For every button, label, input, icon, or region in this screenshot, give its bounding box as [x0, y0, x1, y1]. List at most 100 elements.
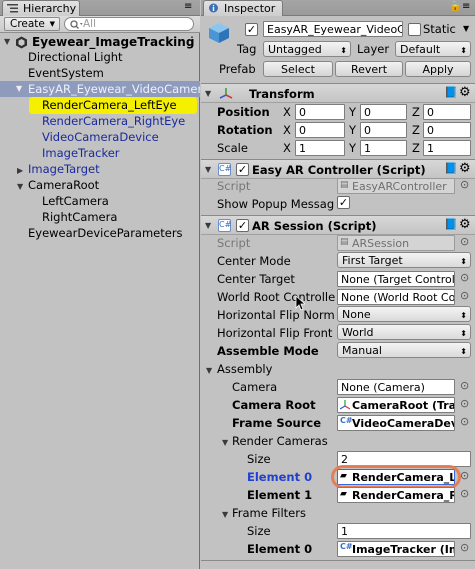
hflip-normal-label: Horizontal Flip Normal — [217, 308, 335, 322]
expand-arrow-icon[interactable]: ▼ — [205, 221, 211, 230]
transform-header[interactable]: ▼ Transform 📘 ⚙ — [201, 83, 475, 103]
position-z-field[interactable]: 0 — [423, 104, 471, 120]
expand-arrow-icon[interactable]: ▼ — [222, 438, 228, 447]
expand-arrow-icon[interactable]: ▼ — [205, 165, 211, 174]
rotation-x-field[interactable]: 0 — [295, 122, 345, 138]
object-picker-icon[interactable]: ⊙ — [460, 178, 469, 191]
hierarchy-item-selected[interactable]: ▼ EasyAR_Eyewear_VideoCameraDevice — [0, 81, 200, 97]
camera-root-field[interactable]: CameraRoot (Transform) — [337, 397, 455, 413]
position-y-field[interactable]: 0 — [360, 104, 407, 120]
dropdown-arrow-icon: ▼ — [49, 20, 55, 28]
info-icon — [209, 3, 218, 13]
z-label: Z — [412, 141, 420, 155]
help-book-icon[interactable]: 📘 — [444, 218, 458, 231]
hflip-front-dropdown[interactable]: World ⬍ — [337, 324, 471, 340]
hierarchy-item[interactable]: CameraRoot — [28, 178, 99, 192]
ff-size-field[interactable]: 1 — [337, 523, 471, 539]
lock-icon[interactable]: 🔒 — [449, 1, 461, 12]
tab-hierarchy-label: Hierarchy — [23, 2, 77, 15]
hierarchy-item[interactable]: EyewearDeviceParameters — [28, 226, 183, 240]
expand-arrow-icon[interactable]: ▼ — [222, 510, 228, 519]
rotation-y-field[interactable]: 0 — [360, 122, 407, 138]
show-popup-label: Show Popup Messag — [217, 197, 335, 211]
ff-element0-field[interactable]: C# ImageTracker (ImageTrackerFrameFilter… — [337, 541, 455, 557]
help-book-icon[interactable]: 📘 — [444, 86, 458, 99]
prefab-select-button[interactable]: Select — [263, 61, 333, 77]
scale-y-field[interactable]: 1 — [360, 140, 407, 156]
static-checkbox[interactable] — [408, 23, 421, 36]
hierarchy-item[interactable]: ImageTarget — [28, 162, 100, 176]
panel-menu-icon[interactable]: ≡ — [184, 1, 192, 12]
scene-row[interactable]: ▼ Eyewear_ImageTracking ⋮ — [0, 34, 200, 51]
panel-menu-icon[interactable]: ≡ — [462, 1, 470, 12]
component-enabled-checkbox[interactable]: ✓ — [236, 219, 249, 232]
csharp-script-icon: C# — [218, 163, 231, 176]
hierarchy-search-input[interactable]: All — [64, 17, 194, 31]
assembly-label: Assembly — [217, 362, 273, 376]
active-checkbox[interactable]: ✓ — [245, 23, 258, 36]
hierarchy-item[interactable]: LeftCamera — [42, 194, 109, 208]
frame-source-field[interactable]: C# VideoCameraDevice — [337, 415, 455, 431]
center-target-field[interactable]: None (Target Controller) — [337, 271, 455, 287]
z-label: Z — [412, 123, 420, 137]
object-picker-icon[interactable]: ⊙ — [460, 469, 469, 482]
object-picker-icon[interactable]: ⊙ — [460, 289, 469, 302]
world-root-field[interactable]: None (World Root Controller) — [337, 289, 455, 305]
hierarchy-item[interactable]: Directional Light — [28, 50, 123, 64]
dropdown-arrow-icon: ⬍ — [340, 46, 347, 55]
gear-icon[interactable]: ⚙ — [459, 217, 471, 232]
ff-element0-label: Element 0 — [247, 542, 313, 556]
prefab-revert-button[interactable]: Revert — [335, 61, 403, 77]
object-picker-icon[interactable]: ⊙ — [460, 487, 469, 500]
object-picker-icon[interactable]: ⊙ — [460, 271, 469, 284]
expand-arrow-icon[interactable]: ▼ — [206, 366, 212, 375]
expand-arrow-icon[interactable]: ▼ — [205, 89, 211, 98]
object-picker-icon[interactable]: ⊙ — [460, 235, 469, 248]
layer-dropdown[interactable]: Default ⬍ — [395, 41, 471, 57]
create-button[interactable]: Create ▼ — [4, 17, 60, 31]
script-field[interactable]: ▤ EasyARController — [337, 178, 455, 194]
x-label: X — [283, 105, 291, 119]
layer-value: Default — [400, 43, 441, 56]
expand-arrow-icon[interactable]: ▼ — [17, 182, 23, 191]
tab-inspector[interactable]: Inspector — [203, 0, 283, 16]
scale-x-field[interactable]: 1 — [295, 140, 345, 156]
ar-session-header[interactable]: ▼ C# ✓ AR Session (Script) 📘 ⚙ — [201, 215, 475, 235]
script-value: EasyARController — [352, 180, 447, 193]
scene-menu-icon[interactable]: ⋮ — [186, 34, 198, 48]
hierarchy-item[interactable]: RightCamera — [42, 210, 117, 224]
expand-arrow-icon[interactable]: ▼ — [4, 37, 10, 46]
tag-dropdown[interactable]: Untagged ⬍ — [263, 41, 351, 57]
element1-field[interactable]: ▰ RenderCamera_RightEye — [337, 487, 455, 503]
hierarchy-item[interactable]: ImageTracker — [42, 146, 120, 160]
assemble-mode-dropdown[interactable]: Manual ⬍ — [337, 342, 471, 358]
center-mode-dropdown[interactable]: First Target ⬍ — [337, 252, 471, 268]
camera-field[interactable]: None (Camera) — [337, 379, 455, 395]
tab-hierarchy[interactable]: Hierarchy — [2, 0, 80, 16]
dropdown-arrow-icon[interactable]: ▼ — [463, 24, 469, 33]
position-x-field[interactable]: 0 — [295, 104, 345, 120]
object-picker-icon[interactable]: ⊙ — [460, 397, 469, 410]
object-picker-icon[interactable]: ⊙ — [460, 415, 469, 428]
object-picker-icon[interactable]: ⊙ — [460, 541, 469, 554]
rotation-z-field[interactable]: 0 — [423, 122, 471, 138]
object-picker-icon[interactable]: ⊙ — [460, 379, 469, 392]
hierarchy-item[interactable]: VideoCameraDevice — [42, 130, 159, 144]
gear-icon[interactable]: ⚙ — [459, 85, 471, 100]
script-field[interactable]: ▤ ARSession — [337, 235, 455, 251]
prefab-apply-button[interactable]: Apply — [405, 61, 471, 77]
hierarchy-item[interactable]: EventSystem — [28, 66, 104, 80]
gear-icon[interactable]: ⚙ — [459, 161, 471, 176]
hierarchy-item[interactable]: RenderCamera_RightEye — [42, 114, 185, 128]
scale-z-field[interactable]: 1 — [423, 140, 471, 156]
dropdown-arrow-icon: ⬍ — [460, 311, 467, 320]
object-name-field[interactable]: EasyAR_Eyewear_VideoCameraDevice — [263, 21, 403, 37]
easyar-controller-header[interactable]: ▼ C# ✓ Easy AR Controller (Script) 📘 ⚙ — [201, 159, 475, 179]
help-book-icon[interactable]: 📘 — [444, 162, 458, 175]
hflip-normal-dropdown[interactable]: None ⬍ — [337, 306, 471, 322]
hierarchy-item[interactable]: RenderCamera_LeftEye — [42, 98, 177, 112]
component-enabled-checkbox[interactable]: ✓ — [236, 163, 249, 176]
show-popup-checkbox[interactable]: ✓ — [337, 196, 350, 209]
expand-arrow-icon[interactable]: ▼ — [16, 84, 22, 93]
collapsed-arrow-icon[interactable]: ▶ — [17, 166, 23, 175]
